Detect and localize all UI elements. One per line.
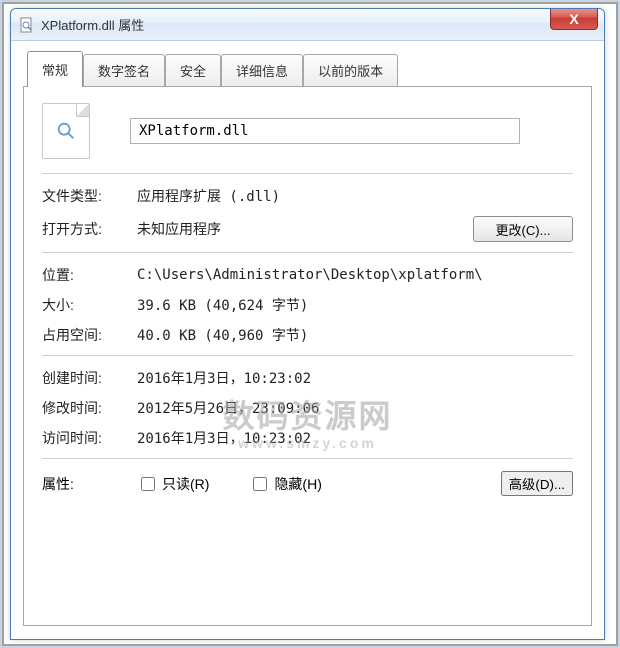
tabpanel-general: 数码资源网 www.smzy.com 文件类型: 应用程序扩展 (.dll) 打… [23,86,592,626]
value-accessed: 2016年1月3日，10:23:02 [137,428,573,448]
tab-security[interactable]: 安全 [165,54,221,86]
value-modified: 2012年5月26日，23:09:06 [137,398,573,418]
checkbox-readonly[interactable] [141,477,155,491]
row-size: 大小: 39.6 KB (40,624 字节) [42,295,573,315]
row-modified: 修改时间: 2012年5月26日，23:09:06 [42,398,573,418]
checkbox-hidden[interactable] [253,477,267,491]
tab-details[interactable]: 详细信息 [221,54,303,86]
change-button[interactable]: 更改(C)... [473,216,573,242]
titlebar[interactable]: XPlatform.dll 属性 X [11,9,604,41]
filename-input[interactable] [130,118,520,144]
tabstrip: 常规 数字签名 安全 详细信息 以前的版本 [27,51,592,86]
tab-general[interactable]: 常规 [27,51,83,87]
row-opens-with: 打开方式: 未知应用程序 更改(C)... [42,216,573,242]
row-created: 创建时间: 2016年1月3日，10:23:02 [42,368,573,388]
separator [42,458,573,459]
tab-label: 详细信息 [236,64,288,79]
checkbox-readonly-wrap[interactable]: 只读(R) [137,474,209,494]
row-attributes: 属性: 只读(R) 隐藏(H) 高级(D)... [42,471,573,496]
label-accessed: 访问时间: [42,428,137,448]
advanced-button[interactable]: 高级(D)... [501,471,573,496]
value-opens-with: 未知应用程序 [137,219,277,239]
tab-previous-versions[interactable]: 以前的版本 [303,54,398,86]
value-size-on-disk: 40.0 KB (40,960 字节) [137,325,573,345]
tab-label: 以前的版本 [318,64,383,79]
window-title: XPlatform.dll 属性 [41,15,144,34]
value-location: C:\Users\Administrator\Desktop\xplatform… [137,267,573,283]
close-button[interactable]: X [550,8,598,30]
file-icon [42,103,90,159]
row-size-on-disk: 占用空间: 40.0 KB (40,960 字节) [42,325,573,345]
label-filetype: 文件类型: [42,186,137,206]
label-size-on-disk: 占用空间: [42,325,137,345]
label-attributes: 属性: [42,474,137,494]
checkbox-hidden-label: 隐藏(H) [274,474,321,494]
properties-window: XPlatform.dll 属性 X 常规 数字签名 安全 详细信息 以前的版本… [10,8,605,640]
close-icon: X [569,12,578,26]
row-accessed: 访问时间: 2016年1月3日，10:23:02 [42,428,573,448]
separator [42,252,573,253]
checkbox-hidden-wrap[interactable]: 隐藏(H) [249,474,321,494]
app-icon [19,17,35,33]
tab-label: 常规 [42,63,68,78]
tab-label: 数字签名 [98,64,150,79]
separator [42,355,573,356]
file-header-row [42,103,573,159]
checkbox-readonly-label: 只读(R) [162,474,209,494]
label-modified: 修改时间: [42,398,137,418]
client-area: 常规 数字签名 安全 详细信息 以前的版本 数码资源网 www.smzy.com… [11,41,604,639]
value-created: 2016年1月3日，10:23:02 [137,368,573,388]
label-created: 创建时间: [42,368,137,388]
button-label: 高级(D)... [509,477,565,492]
separator [42,173,573,174]
tab-digital-signatures[interactable]: 数字签名 [83,54,165,86]
label-location: 位置: [42,265,137,285]
label-size: 大小: [42,295,137,315]
row-filetype: 文件类型: 应用程序扩展 (.dll) [42,186,573,206]
label-opens-with: 打开方式: [42,219,137,239]
row-location: 位置: C:\Users\Administrator\Desktop\xplat… [42,265,573,285]
value-filetype: 应用程序扩展 (.dll) [137,186,573,206]
button-label: 更改(C)... [496,220,551,239]
tab-label: 安全 [180,64,206,79]
value-size: 39.6 KB (40,624 字节) [137,295,573,315]
